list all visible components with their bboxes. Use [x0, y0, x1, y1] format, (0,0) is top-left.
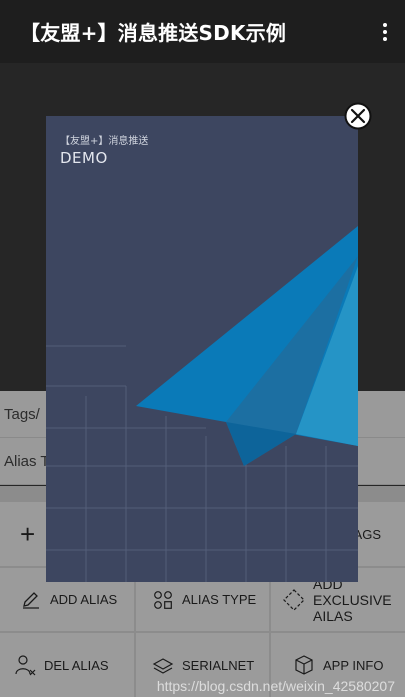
- cube-icon: [293, 654, 315, 676]
- app-bar: 【友盟+】消息推送SDK示例: [0, 0, 405, 63]
- del-alias-label: DEL ALIAS: [44, 657, 109, 673]
- grid-circles-icon: [152, 589, 174, 611]
- serialnet-label: SERIALNET: [182, 657, 255, 673]
- close-circle-icon[interactable]: [344, 102, 372, 130]
- pencil-icon: [20, 589, 42, 611]
- watermark-text: https://blog.csdn.net/weixin_42580207: [156, 678, 395, 694]
- alias-type-label: ALIAS TYPE: [182, 592, 257, 607]
- app-info-label: APP INFO: [323, 657, 384, 673]
- demo-popup-card[interactable]: 【友盟+】消息推送 DEMO: [46, 116, 358, 582]
- alias-field-label: Alias T: [4, 452, 50, 470]
- tags-field-label: Tags/: [4, 405, 40, 423]
- add-button-label: +: [20, 518, 36, 549]
- user-remove-icon: [14, 654, 36, 676]
- layers-icon: [152, 654, 174, 676]
- popup-subtitle: 【友盟+】消息推送: [60, 136, 149, 147]
- popup-title: DEMO: [60, 149, 108, 167]
- add-alias-label: ADD ALIAS: [50, 592, 118, 607]
- app-title: 【友盟+】消息推送SDK示例: [20, 21, 287, 45]
- del-alias-button[interactable]: DEL ALIAS: [0, 633, 134, 697]
- paper-plane-illustration: [46, 226, 358, 582]
- overflow-menu-icon[interactable]: [379, 20, 391, 44]
- diamond-dashed-icon: [283, 588, 305, 611]
- add-exclusive-alias-label: ADD EXCLUSIVE AILAS: [313, 575, 392, 624]
